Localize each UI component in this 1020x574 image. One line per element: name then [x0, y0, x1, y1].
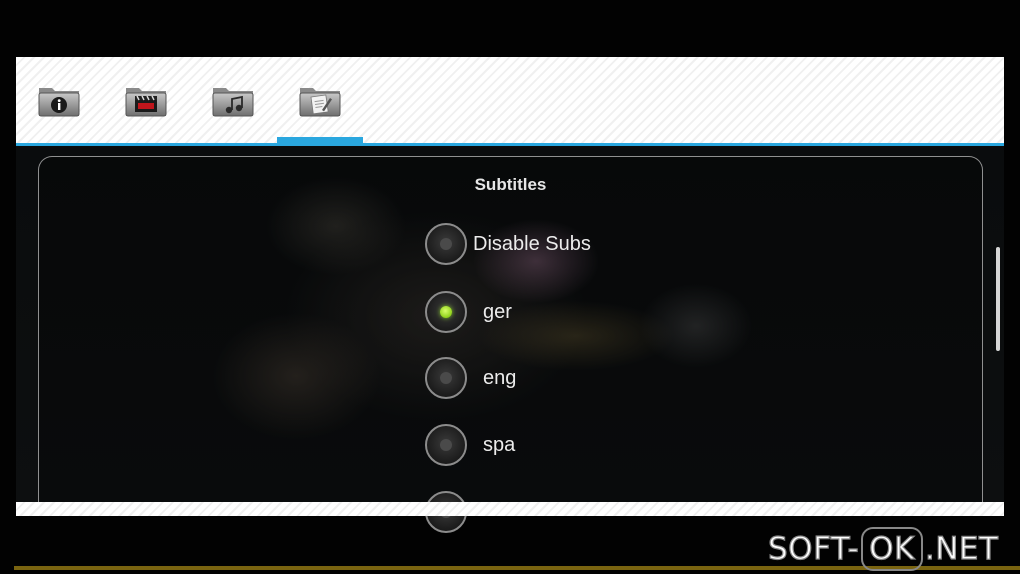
tab-info[interactable] [16, 57, 102, 143]
subtitles-dialog: Subtitles Disable Subs ger eng spa [38, 156, 983, 533]
tab-video[interactable] [103, 57, 189, 143]
radio-button[interactable] [425, 223, 467, 265]
option-eng[interactable]: eng [425, 355, 516, 401]
option-label: spa [483, 433, 516, 456]
radio-button[interactable] [425, 357, 467, 399]
tab-subtitles[interactable] [277, 57, 363, 143]
bottom-bar [16, 502, 1004, 516]
radio-button-checked[interactable] [425, 291, 467, 333]
option-spa[interactable]: spa [425, 422, 515, 468]
option-disable-subs[interactable]: Disable Subs [425, 221, 591, 267]
radio-button[interactable] [425, 424, 467, 466]
watermark: SOFT- OK .NET [767, 526, 999, 572]
tab-bar [16, 57, 1004, 143]
tab-bar-divider [16, 143, 1004, 146]
watermark-boxed: OK [861, 527, 923, 571]
info-folder-icon [38, 88, 80, 117]
dialog-title: Subtitles [474, 175, 547, 194]
watermark-left: SOFT- [767, 530, 860, 567]
option-label: eng [483, 366, 517, 389]
option-label: ger [483, 300, 512, 323]
video-folder-icon [125, 88, 167, 117]
option-label: Disable Subs [473, 232, 591, 255]
scrollbar[interactable] [996, 247, 1000, 351]
subtitles-folder-icon [299, 88, 341, 117]
option-ger[interactable]: ger [425, 289, 512, 335]
tab-audio[interactable] [190, 57, 276, 143]
audio-folder-icon [212, 88, 254, 117]
screen: Subtitles Disable Subs ger eng spa SOFT-… [0, 0, 1020, 574]
watermark-right: .NET [924, 530, 999, 567]
